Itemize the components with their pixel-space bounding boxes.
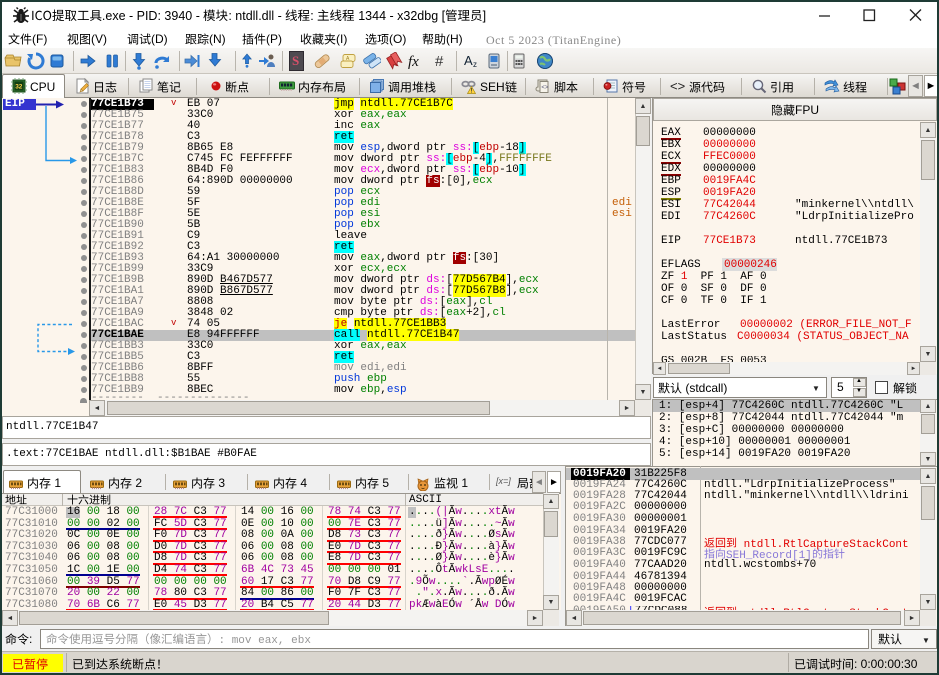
svg-text:32: 32 <box>15 84 23 91</box>
svg-text:A: A <box>464 53 473 68</box>
svg-text:fx: fx <box>408 54 419 70</box>
svg-text:<>: <> <box>670 79 685 94</box>
svg-text:#: # <box>435 53 444 70</box>
svg-text:!: ! <box>471 89 473 94</box>
svg-text:z: z <box>473 60 477 69</box>
svg-text:<>: <> <box>541 85 549 91</box>
